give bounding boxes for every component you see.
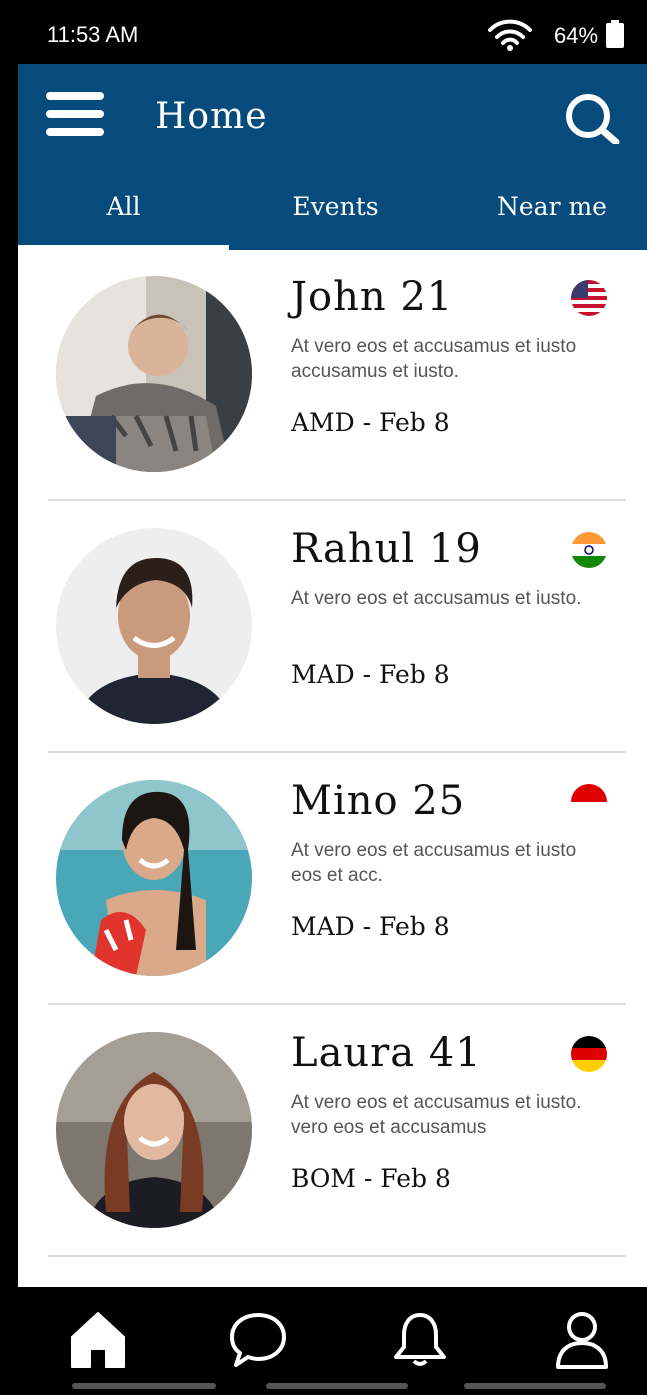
person-name: Laura 41 xyxy=(291,1030,482,1076)
list-item[interactable]: Laura 41 At vero eos et accusamus et ius… xyxy=(18,1006,647,1258)
battery-icon xyxy=(606,20,624,48)
search-icon[interactable] xyxy=(562,92,622,144)
tab-bar: All Events Near me xyxy=(18,182,647,250)
tab-events[interactable]: Events xyxy=(229,192,442,221)
person-name: John 21 xyxy=(291,274,454,320)
app-bar: Home All Events Near me xyxy=(18,64,647,250)
person-description: At vero eos et accusamus et iusto. xyxy=(291,588,582,609)
person-name: Mino 25 xyxy=(291,778,466,824)
divider xyxy=(48,1255,626,1257)
list-item[interactable]: Rahul 19 At vero eos et accusamus et ius… xyxy=(18,502,647,754)
avatar xyxy=(56,1032,252,1228)
event-meta: MAD - Feb 8 xyxy=(291,912,450,941)
list-item[interactable]: John 21 At vero eos et accusamus et iust… xyxy=(18,250,647,502)
wifi-icon xyxy=(488,19,532,51)
india-flag-icon xyxy=(571,532,607,568)
nav-indicator xyxy=(464,1383,606,1389)
event-meta: MAD - Feb 8 xyxy=(291,660,450,689)
nav-indicator xyxy=(266,1383,408,1389)
person-description: At vero eos et accusamus et iusto. vero … xyxy=(291,1092,582,1138)
usa-flag-icon xyxy=(571,280,607,316)
status-bar: 11:53 AM 64% xyxy=(0,0,647,64)
person-description: At vero eos et accusamus et iusto accusa… xyxy=(291,336,577,382)
avatar xyxy=(56,780,252,976)
tab-all[interactable]: All xyxy=(18,192,229,221)
bell-icon[interactable] xyxy=(390,1309,450,1369)
home-icon[interactable] xyxy=(68,1309,128,1369)
list-item[interactable]: Mino 25 At vero eos et accusamus et iust… xyxy=(18,754,647,1006)
tab-near-me[interactable]: Near me xyxy=(442,192,647,221)
divider xyxy=(48,499,626,501)
person-description: At vero eos et accusamus et iusto eos et… xyxy=(291,840,577,886)
avatar xyxy=(56,276,252,472)
bottom-navigation xyxy=(18,1287,647,1395)
person-name: Rahul 19 xyxy=(291,526,482,572)
profile-icon[interactable] xyxy=(552,1309,612,1369)
hamburger-menu-icon[interactable] xyxy=(46,92,104,140)
event-meta: AMD - Feb 8 xyxy=(291,408,450,437)
indonesia-flag-icon xyxy=(571,784,607,820)
germany-flag-icon xyxy=(571,1036,607,1072)
avatar xyxy=(56,528,252,724)
page-title: Home xyxy=(155,96,268,137)
divider xyxy=(48,1003,626,1005)
nav-indicator xyxy=(72,1383,216,1389)
event-meta: BOM - Feb 8 xyxy=(291,1164,451,1193)
battery-percent: 64% xyxy=(554,23,599,48)
divider xyxy=(48,751,626,753)
status-time: 11:53 AM xyxy=(47,22,139,47)
chat-bubble-icon[interactable] xyxy=(228,1309,288,1369)
